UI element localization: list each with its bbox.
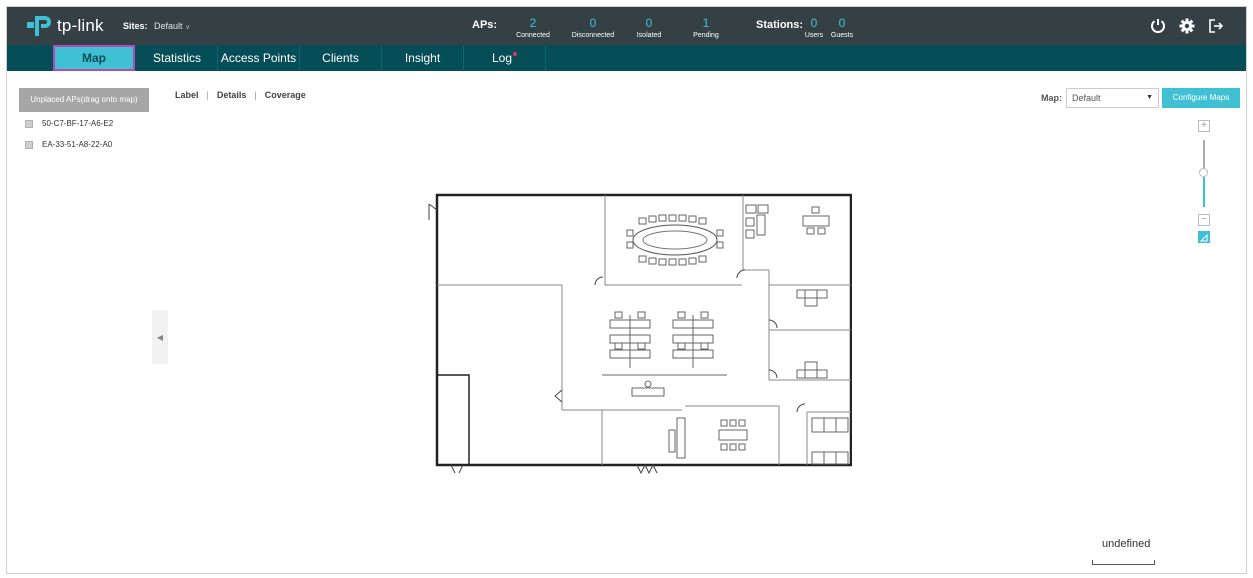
tab-clients[interactable]: Clients <box>300 45 381 71</box>
unplaced-ap-item[interactable]: EA-33-51-A8-22-A0 <box>25 140 112 149</box>
chevron-left-icon: ◀ <box>156 332 164 342</box>
map-select[interactable]: Default ▼ <box>1066 88 1159 108</box>
configure-maps-button[interactable]: Configure Maps <box>1162 88 1240 108</box>
caret-down-icon: ▼ <box>1146 94 1153 101</box>
ap-disconnected-label: Disconnected <box>571 32 615 39</box>
tp-link-logo-icon <box>27 16 51 36</box>
map-scale-bar <box>1092 560 1155 565</box>
view-tab-divider: | <box>254 90 257 100</box>
zoom-slider-handle[interactable] <box>1199 168 1208 177</box>
unplaced-ap-item[interactable]: 50-C7-BF-17-A6-E2 <box>25 119 113 128</box>
controller-window: tp-link Sites: Default ∨ APs: 2 Connecte… <box>6 6 1247 574</box>
view-tab-divider: | <box>206 90 209 100</box>
ap-isolated-label: Isolated <box>636 32 662 39</box>
zoom-slider-fill[interactable] <box>1203 177 1205 207</box>
log-notification-dot <box>513 52 518 56</box>
tab-statistics-label: Statistics <box>152 51 201 65</box>
chevron-down-icon[interactable]: ∨ <box>185 24 190 31</box>
nav-divider <box>545 45 546 71</box>
ap-disconnected-count: 0 <box>589 16 597 30</box>
tab-access-points[interactable]: Access Points <box>218 45 299 71</box>
fit-map-button[interactable] <box>1198 231 1210 243</box>
ap-connected-label: Connected <box>516 32 550 39</box>
ap-stat-pending: 1 Pending <box>676 17 736 40</box>
ap-stat-connected: 2 Connected <box>503 17 563 40</box>
tab-insight[interactable]: Insight <box>382 45 463 71</box>
logo-text: tp-link <box>57 16 104 35</box>
zoom-out-button[interactable]: − <box>1198 214 1210 226</box>
refresh-icon[interactable] <box>1147 15 1169 37</box>
tab-log[interactable]: Log <box>464 45 545 71</box>
collapse-panel-handle[interactable]: ◀ <box>152 310 168 364</box>
view-tab-coverage[interactable]: Coverage <box>265 90 306 100</box>
unplaced-aps-button[interactable]: Unplaced APs(drag onto map) <box>19 88 149 112</box>
tab-insight-label: Insight <box>404 51 441 65</box>
tab-log-label: Log <box>491 51 513 65</box>
ap-mac-label: EA-33-51-A8-22-A0 <box>42 140 113 149</box>
ap-pending-label: Pending <box>693 32 719 39</box>
view-tab-details[interactable]: Details <box>217 90 247 100</box>
logout-icon[interactable] <box>1205 15 1227 37</box>
map-select-value: Default <box>1072 93 1101 103</box>
access-point-icon <box>25 119 33 128</box>
map-scale-label: undefined <box>1102 538 1151 550</box>
tab-clients-label: Clients <box>322 51 359 65</box>
ap-connected-count: 2 <box>529 16 537 30</box>
ap-isolated-count: 0 <box>645 16 653 30</box>
main-nav: Map Statistics Access Points Clients Ins… <box>7 45 1246 71</box>
ap-stat-disconnected: 0 Disconnected <box>563 17 623 40</box>
site-selector[interactable]: Sites: Default ∨ <box>123 21 190 31</box>
zoom-in-button[interactable]: + <box>1198 120 1210 132</box>
tp-link-logo: tp-link <box>27 16 104 36</box>
tab-map-label: Map <box>82 51 106 65</box>
site-value[interactable]: Default <box>154 21 183 31</box>
ap-stat-isolated: 0 Isolated <box>619 17 679 40</box>
guests-count: 0 <box>838 16 846 30</box>
access-point-icon <box>25 140 33 149</box>
tab-access-points-label: Access Points <box>220 51 297 65</box>
ap-pending-count: 1 <box>702 16 710 30</box>
view-mode-tabs: Label | Details | Coverage <box>175 90 306 100</box>
gear-icon[interactable] <box>1176 15 1198 37</box>
resize-icon <box>1199 233 1208 242</box>
aps-label: APs: <box>472 19 498 31</box>
top-bar: tp-link Sites: Default ∨ APs: 2 Connecte… <box>7 7 1246 45</box>
view-tab-label[interactable]: Label <box>175 90 199 100</box>
zoom-slider-track[interactable] <box>1203 140 1205 170</box>
sites-label: Sites: <box>123 21 148 31</box>
guests-label: Guests <box>830 32 854 39</box>
station-stat-guests: 0 Guests <box>822 17 862 40</box>
tab-map[interactable]: Map <box>53 45 135 71</box>
ap-mac-label: 50-C7-BF-17-A6-E2 <box>42 119 114 128</box>
tab-statistics[interactable]: Statistics <box>137 45 217 71</box>
map-label: Map: <box>1041 93 1062 103</box>
floor-plan-map[interactable] <box>427 190 852 480</box>
